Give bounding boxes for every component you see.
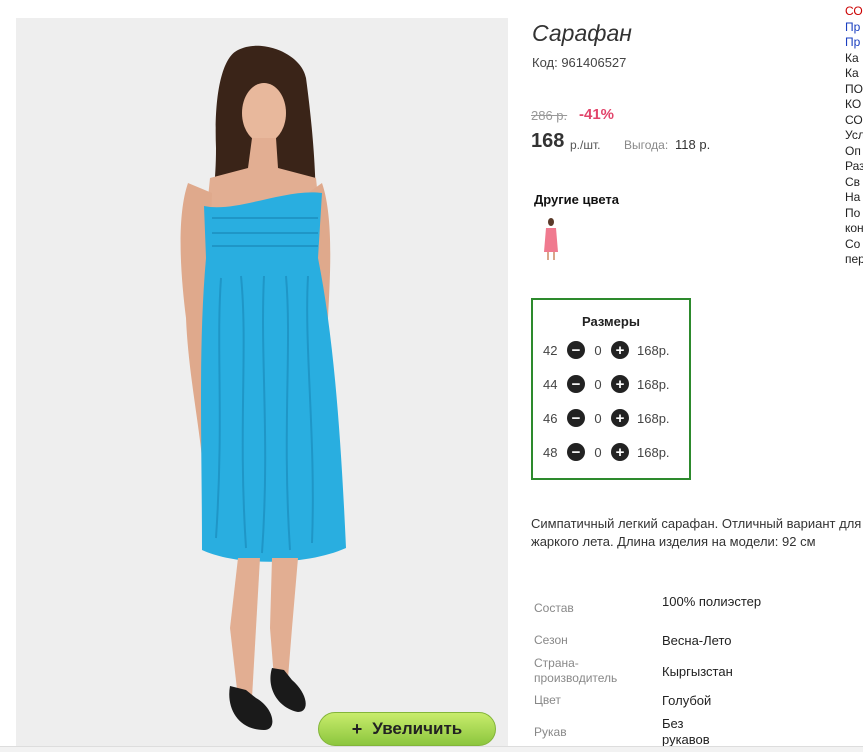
dress-model-image (180, 45, 346, 730)
spec-label: Состав (534, 601, 574, 615)
spec-value: Голубой (662, 693, 712, 708)
plus-icon[interactable]: + (611, 443, 629, 461)
discount-badge: -41% (579, 106, 615, 123)
minus-icon[interactable]: − (567, 341, 585, 359)
size-label: 48 (543, 444, 558, 460)
zoom-button[interactable]: + Увеличить (318, 712, 496, 746)
spec-value: Без рукавов (662, 716, 710, 747)
side-menu: СО Пр Пр Ка Ка ПО КО СО Усл Оп Раз Св На… (845, 4, 863, 268)
size-row: 48 − 0 + 168р. (543, 442, 670, 462)
minus-icon[interactable]: − (567, 375, 585, 393)
side-link[interactable]: Ка (845, 51, 863, 67)
size-row: 42 − 0 + 168р. (543, 340, 670, 360)
spec-label: Цвет (534, 693, 561, 707)
plus-icon: + (351, 718, 363, 739)
color-variant-thumbnail[interactable] (538, 216, 564, 262)
product-title: Сарафан (532, 20, 632, 46)
spec-value: 100% полиэстер (662, 594, 762, 609)
side-link[interactable]: кон (845, 221, 863, 237)
minus-icon[interactable]: − (567, 443, 585, 461)
side-link[interactable]: Ка (845, 66, 863, 82)
spec-value: Кыргызстан (662, 664, 733, 679)
product-photo[interactable]: + Увеличить (16, 18, 508, 746)
side-link[interactable]: На (845, 190, 863, 206)
plus-icon[interactable]: + (611, 341, 629, 359)
side-link[interactable]: Св (845, 175, 863, 191)
spec-label: Рукав (534, 725, 567, 739)
spec-label: Сезон (534, 633, 568, 647)
old-price: 286 р. (531, 108, 568, 123)
size-row: 46 − 0 + 168р. (543, 408, 670, 428)
size-label: 44 (543, 376, 558, 392)
savings-value: 118 р. (675, 137, 711, 152)
size-label: 46 (543, 410, 558, 426)
spec-value: Весна-Лето (662, 633, 732, 648)
minus-icon[interactable]: − (567, 409, 585, 427)
size-price: 168р. (637, 376, 670, 392)
status-bar (0, 746, 863, 752)
side-link[interactable]: Пр (845, 20, 863, 36)
side-link[interactable]: По (845, 206, 863, 222)
product-description: Симпатичный легкий сарафан. Отличный вар… (531, 516, 862, 549)
plus-icon[interactable]: + (611, 375, 629, 393)
side-link[interactable]: Раз (845, 159, 863, 175)
size-price: 168р. (637, 444, 670, 460)
side-link[interactable]: ПО (845, 82, 863, 98)
quantity-value: 0 (594, 410, 602, 426)
side-link[interactable]: СО (845, 4, 863, 20)
side-link[interactable]: СО (845, 113, 863, 129)
side-link[interactable]: Усл (845, 128, 863, 144)
sizes-heading: Размеры (582, 314, 640, 329)
size-row: 44 − 0 + 168р. (543, 374, 670, 394)
plus-icon[interactable]: + (611, 409, 629, 427)
size-label: 42 (543, 342, 558, 358)
spec-label: Страна-производитель (534, 656, 618, 685)
sizes-panel: Размеры 42 − 0 + 168р. 44 − 0 + 168р. 46… (531, 298, 691, 480)
size-price: 168р. (637, 342, 670, 358)
savings-label: Выгода: (624, 138, 669, 152)
side-link[interactable]: пер (845, 252, 863, 268)
side-link[interactable]: Со (845, 237, 863, 253)
quantity-value: 0 (594, 444, 602, 460)
other-colors-heading: Другие цвета (534, 192, 619, 207)
current-price: 168 (531, 130, 565, 152)
side-link[interactable]: КО (845, 97, 863, 113)
side-link[interactable]: Пр (845, 35, 863, 51)
size-price: 168р. (637, 410, 670, 426)
quantity-value: 0 (594, 376, 602, 392)
product-code: Код: 961406527 (532, 55, 627, 70)
quantity-value: 0 (594, 342, 602, 358)
zoom-button-label: Увеличить (372, 719, 463, 738)
side-link[interactable]: Оп (845, 144, 863, 160)
price-unit: р./шт. (570, 138, 601, 152)
